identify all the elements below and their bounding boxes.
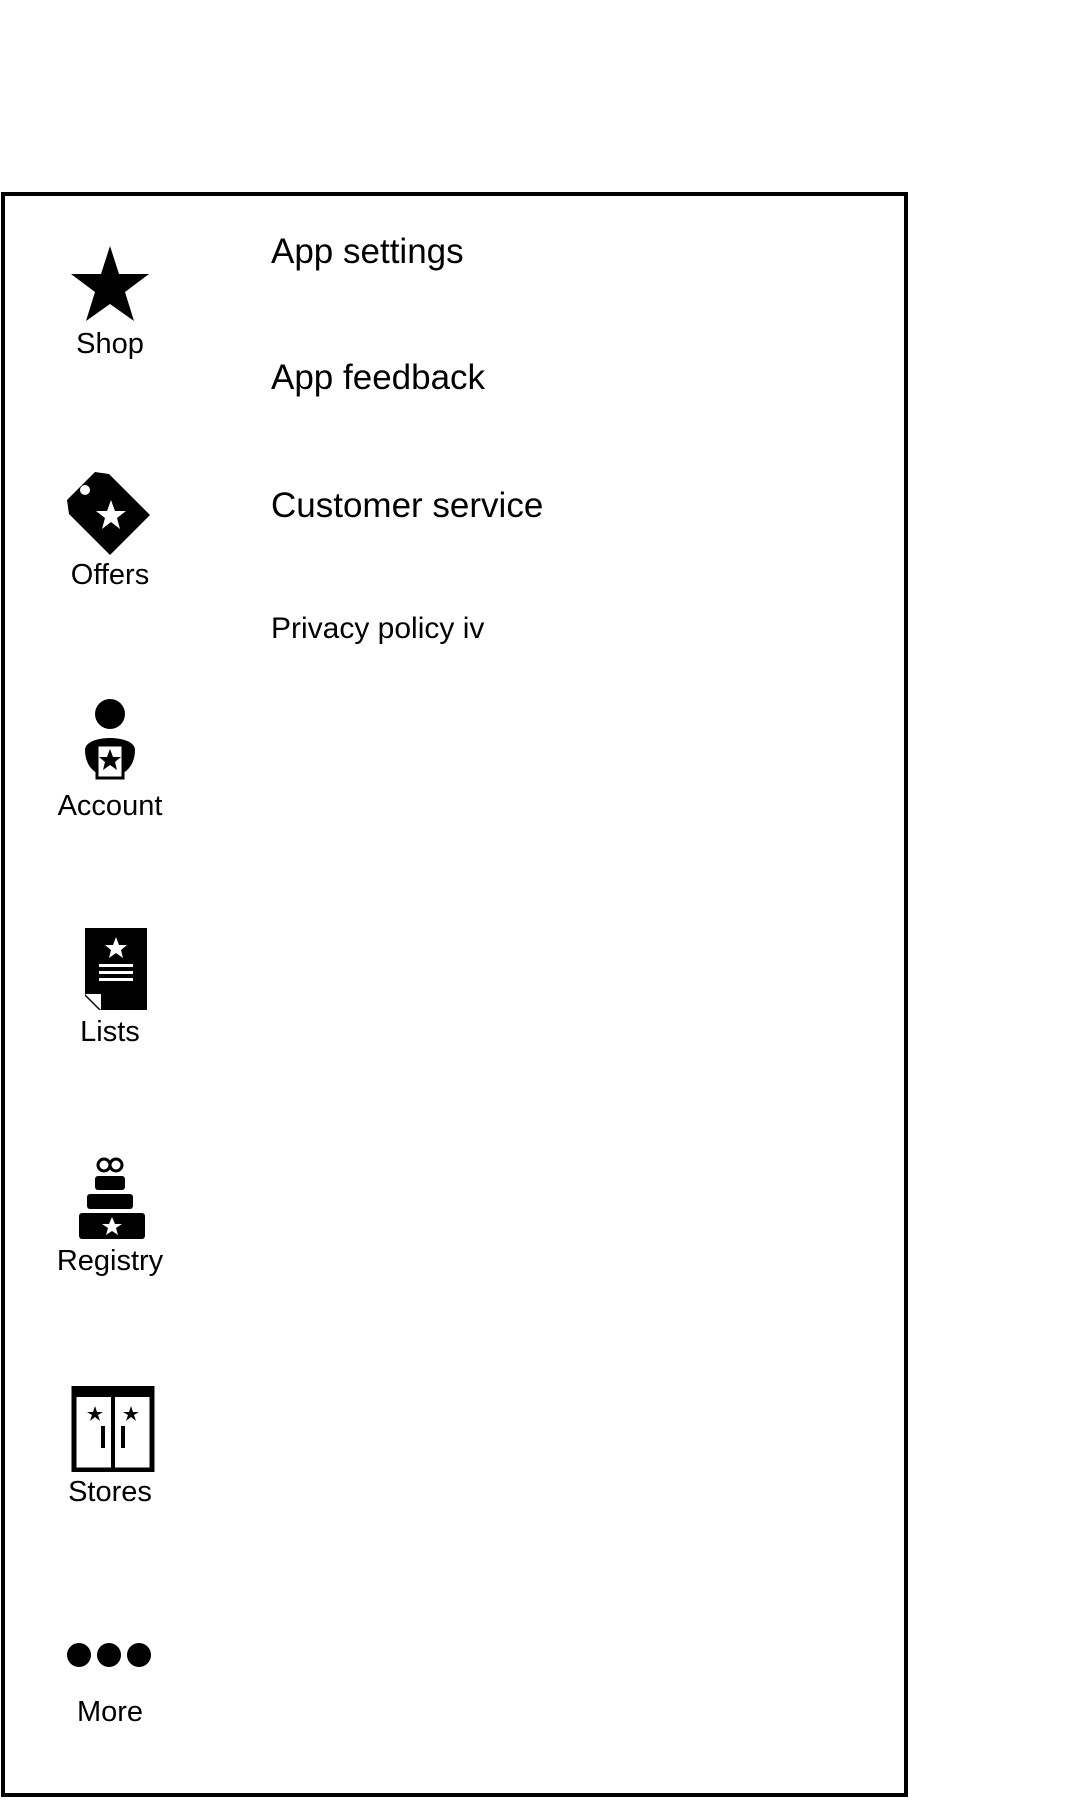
sidebar-item-lists[interactable]: Lists xyxy=(0,926,220,1047)
gift-icon xyxy=(79,1157,145,1239)
menu-item-app-feedback[interactable]: App feedback xyxy=(271,358,485,398)
menu-item-customer-service[interactable]: Customer service xyxy=(271,486,543,526)
sidebar-item-label: More xyxy=(76,1696,144,1728)
sidebar-item-label: Offers xyxy=(70,559,150,591)
sidebar-item-offers[interactable]: Offers xyxy=(0,470,220,590)
sidebar-item-label: Shop xyxy=(76,328,144,360)
menu-item-app-settings[interactable]: App settings xyxy=(271,232,464,272)
star-icon xyxy=(71,246,149,321)
sidebar-item-more[interactable]: More xyxy=(0,1640,220,1727)
sidebar-item-stores[interactable]: Stores xyxy=(0,1386,220,1507)
tag-star-icon xyxy=(67,472,150,555)
sidebar-item-label: Lists xyxy=(80,1016,140,1048)
sidebar-item-registry[interactable]: Registry xyxy=(0,1156,220,1276)
more-dots-icon xyxy=(67,1643,151,1667)
sidebar-item-shop[interactable]: Shop xyxy=(0,244,220,359)
list-icon xyxy=(85,928,147,1010)
sidebar-item-label: Stores xyxy=(68,1476,152,1508)
sidebar-item-label: Registry xyxy=(56,1245,164,1277)
account-icon xyxy=(85,699,135,780)
menu-item-privacy-policy[interactable]: Privacy policy iv xyxy=(271,612,484,646)
sidebar-item-account[interactable]: Account xyxy=(0,698,220,821)
store-icon xyxy=(71,1386,155,1472)
sidebar-item-label: Account xyxy=(57,790,163,822)
